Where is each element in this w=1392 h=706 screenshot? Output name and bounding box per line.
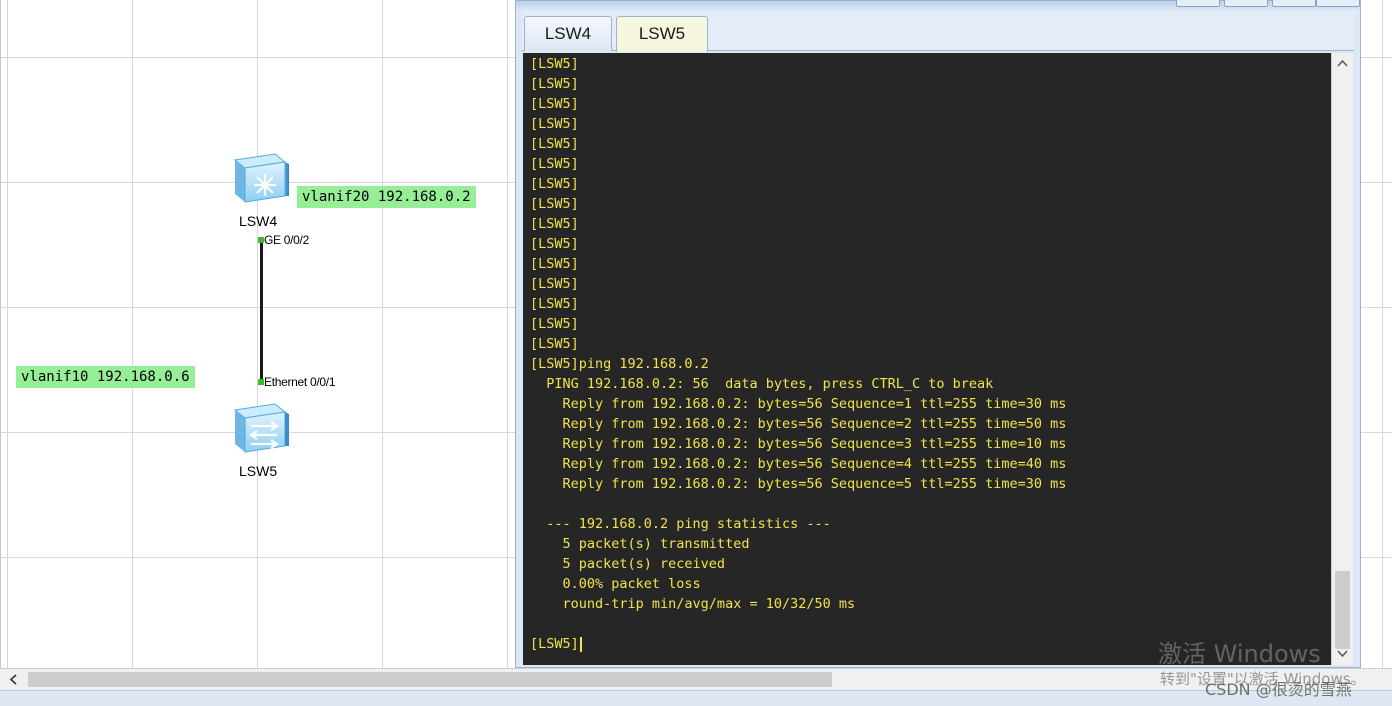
terminal-line: [LSW5] [530,156,579,172]
switch-icon[interactable] [231,402,289,454]
chevron-left-icon[interactable] [4,669,24,690]
terminal-window[interactable]: LSW4 LSW5 [LSW5] [LSW5] [LSW5] [LSW5] [LSW5]… [515,0,1361,668]
tab-lsw5[interactable]: LSW5 [616,16,708,52]
terminal-line: [LSW5] [530,136,579,152]
terminal-line: [LSW5] [530,256,579,272]
csdn-watermark: CSDN @很烫的雪燕 [1205,680,1352,699]
terminal-line: [LSW5]ping 192.168.0.2 [530,356,709,372]
terminal-line: [LSW5] [530,56,579,72]
terminal-line: --- 192.168.0.2 ping statistics --- [530,516,831,532]
terminal-line: Reply from 192.168.0.2: bytes=56 Sequenc… [530,396,1067,412]
scrollbar-thumb[interactable] [1335,571,1350,649]
terminal-line: [LSW5] [530,236,579,252]
terminal-line: [LSW5] [530,76,579,92]
switch-icon[interactable] [231,152,289,204]
terminal-line: [LSW5] [530,316,579,332]
terminal-line: [LSW5] [530,116,579,132]
status-bar [0,690,1392,706]
terminal-line: Reply from 192.168.0.2: bytes=56 Sequenc… [530,436,1067,452]
terminal-line: [LSW5] [530,276,579,292]
close-button[interactable] [1316,0,1360,7]
terminal-line: [LSW5] [530,176,579,192]
tab-lsw4[interactable]: LSW4 [524,16,612,51]
terminal-prompt: [LSW5] [530,636,579,652]
device-label-lsw5: LSW5 [239,463,278,479]
vertical-scrollbar[interactable] [1331,53,1353,665]
chevron-up-icon[interactable] [1332,53,1353,73]
text-cursor [579,636,582,652]
terminal-line: 5 packet(s) received [530,556,726,572]
terminal-line: Reply from 192.168.0.2: bytes=56 Sequenc… [530,456,1067,472]
terminal-line: 5 packet(s) transmitted [530,536,750,552]
port-label-lsw4: GE 0/0/2 [264,233,309,247]
terminal-line: 0.00% packet loss [530,576,701,592]
terminal-line: [LSW5] [530,96,579,112]
port-label-lsw5: Ethernet 0/0/1 [264,375,336,389]
terminal-line: Reply from 192.168.0.2: bytes=56 Sequenc… [530,416,1067,432]
ip-tag-lsw5[interactable]: vlanif10 192.168.0.6 [16,366,195,388]
terminal-output[interactable]: [LSW5] [LSW5] [LSW5] [LSW5] [LSW5] [LSW5] [LSW… [523,53,1331,665]
terminal-line: round-trip min/avg/max = 10/32/50 ms [530,596,856,612]
scrollbar-thumb[interactable] [28,672,832,687]
device-label-lsw4: LSW4 [239,213,278,229]
terminal-line: [LSW5] [530,336,579,352]
restore-button[interactable] [1272,0,1316,7]
terminal-line: [LSW5] [530,196,579,212]
terminal-line: Reply from 192.168.0.2: bytes=56 Sequenc… [530,476,1067,492]
terminal-line: [LSW5] [530,216,579,232]
chevron-down-icon[interactable] [1332,643,1353,663]
activation-watermark-title: 激活 Windows [1158,640,1321,668]
terminal-line: [LSW5] [530,296,579,312]
link-cable[interactable] [260,240,263,382]
minimize-button[interactable] [1176,0,1220,7]
maximize-button[interactable] [1224,0,1268,7]
terminal-line: PING 192.168.0.2: 56 data bytes, press C… [530,376,994,392]
tab-bar: LSW4 LSW5 [522,11,1354,52]
ip-tag-lsw4[interactable]: vlanif20 192.168.0.2 [297,186,476,208]
